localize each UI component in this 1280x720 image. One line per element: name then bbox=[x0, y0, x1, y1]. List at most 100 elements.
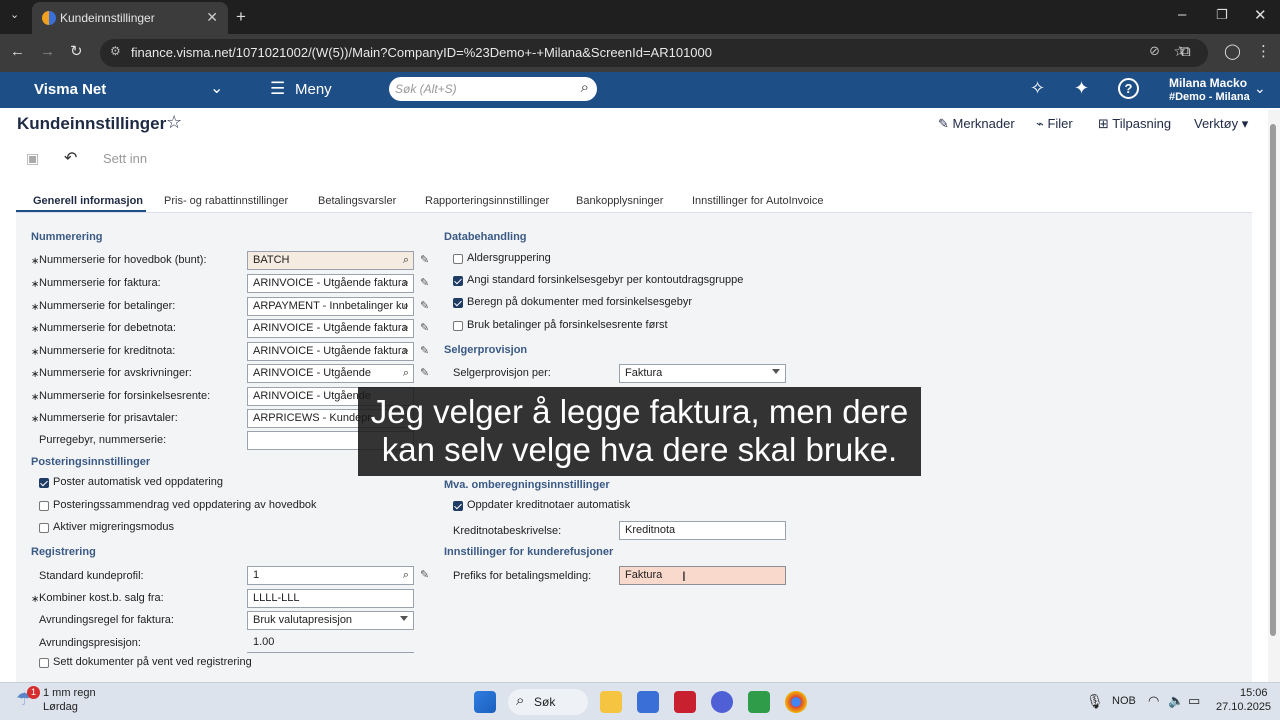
store-icon[interactable] bbox=[637, 691, 659, 713]
tools-menu[interactable]: Verktøy ▾ bbox=[1194, 116, 1248, 132]
save-icon[interactable]: ▣ bbox=[26, 150, 39, 167]
lookup-icon[interactable]: ⌕ bbox=[403, 345, 409, 358]
edit-pencil-icon[interactable]: ✎ bbox=[420, 344, 429, 357]
brand-label[interactable]: Visma Net bbox=[34, 81, 106, 98]
edit-pencil-icon[interactable]: ✎ bbox=[420, 253, 429, 266]
favorite-star-icon[interactable]: ☆ bbox=[166, 112, 182, 133]
edit-pencil-icon[interactable]: ✎ bbox=[420, 276, 429, 289]
extensions-icon[interactable]: ⧉ bbox=[1180, 43, 1191, 60]
app-icon[interactable] bbox=[711, 691, 733, 713]
window-close-icon[interactable]: ✕ bbox=[1254, 6, 1267, 24]
microphone-icon[interactable]: 🎙 bbox=[1086, 693, 1104, 710]
windows-start-icon[interactable] bbox=[474, 691, 496, 713]
profile-icon[interactable]: ◯ bbox=[1224, 42, 1241, 60]
sparkle-icon[interactable]: ✧ bbox=[1030, 78, 1045, 99]
notes-link[interactable]: ✎ Merknader bbox=[938, 116, 1015, 132]
tab-general[interactable]: Generell informasjon bbox=[33, 195, 143, 207]
edit-pencil-icon[interactable]: ✎ bbox=[420, 568, 429, 581]
tab-pricing[interactable]: Pris- og rabattinnstillinger bbox=[164, 195, 288, 207]
scrollbar-thumb[interactable] bbox=[1270, 124, 1276, 636]
search-icon[interactable]: ⌕ bbox=[581, 79, 589, 96]
migration-mode-checkbox[interactable] bbox=[39, 523, 49, 533]
writeoff-series-field[interactable]: ARINVOICE - Utgående ⌕ bbox=[247, 364, 414, 383]
undo-icon[interactable]: ↶ bbox=[64, 148, 77, 168]
numbering-label: Nummerserie for kreditnota: bbox=[39, 345, 176, 357]
browser-tab[interactable]: Kundeinnstillinger ✕ bbox=[32, 2, 228, 34]
batch-series-field[interactable]: BATCH ⌕ bbox=[247, 251, 414, 270]
tab-reporting[interactable]: Rapporteringsinnstillinger bbox=[425, 195, 549, 207]
weather-day: Lørdag bbox=[43, 701, 78, 713]
file-explorer-icon[interactable] bbox=[600, 691, 622, 713]
reload-icon[interactable]: ↻ bbox=[70, 42, 83, 60]
debit-note-series-field[interactable]: ARINVOICE - Utgående faktura ⌕ bbox=[247, 319, 414, 338]
tab-dunning[interactable]: Betalingsvarsler bbox=[318, 195, 396, 207]
eye-off-icon[interactable]: ⊘ bbox=[1149, 43, 1160, 59]
post-summary-checkbox[interactable] bbox=[39, 501, 49, 511]
lookup-icon[interactable]: ⌕ bbox=[403, 322, 409, 335]
brand-chevron-icon[interactable]: ⌄ bbox=[210, 78, 223, 98]
language-indicator[interactable]: NOB bbox=[1112, 695, 1136, 707]
weather-text[interactable]: 1 mm regn bbox=[43, 687, 96, 699]
default-late-fee-checkbox[interactable] bbox=[453, 276, 463, 286]
auto-update-credit-notes-checkbox[interactable] bbox=[453, 501, 463, 511]
rounding-precision-field[interactable]: 1.00 bbox=[247, 634, 414, 653]
tab-bank[interactable]: Bankopplysninger bbox=[576, 195, 663, 207]
tab-title: Kundeinnstillinger bbox=[60, 11, 155, 25]
auto-post-checkbox[interactable] bbox=[39, 478, 49, 488]
user-name[interactable]: Milana Macko bbox=[1169, 76, 1247, 90]
calc-late-fee-docs-checkbox[interactable] bbox=[453, 298, 463, 308]
payment-message-prefix-field[interactable]: Faktura bbox=[619, 566, 786, 585]
edit-pencil-icon[interactable]: ✎ bbox=[420, 366, 429, 379]
hamburger-icon[interactable]: ☰ bbox=[270, 79, 285, 99]
search-input[interactable]: Søk (Alt+S) ⌕ bbox=[389, 77, 597, 101]
ai-assistant-icon[interactable]: ✦ bbox=[1074, 78, 1089, 99]
url-field[interactable]: ⚙ finance.visma.net/1071021002/(W(5))/Ma… bbox=[100, 39, 1208, 67]
user-chevron-icon[interactable]: ⌄ bbox=[1254, 80, 1266, 97]
payments-late-interest-first-checkbox[interactable] bbox=[453, 321, 463, 331]
commission-select[interactable]: Faktura bbox=[619, 364, 786, 383]
customize-link[interactable]: ⊞ Tilpasning bbox=[1098, 116, 1171, 132]
lookup-icon[interactable]: ⌕ bbox=[403, 254, 409, 267]
close-tab-icon[interactable]: ✕ bbox=[206, 9, 218, 26]
edit-pencil-icon[interactable]: ✎ bbox=[420, 299, 429, 312]
help-icon[interactable]: ? bbox=[1118, 78, 1139, 99]
edit-pencil-icon[interactable]: ✎ bbox=[420, 321, 429, 334]
page-scrollbar[interactable] bbox=[1268, 110, 1280, 682]
forward-icon[interactable]: → bbox=[40, 43, 55, 60]
chrome-icon[interactable] bbox=[785, 691, 807, 713]
clock-date[interactable]: 27.10.2025 bbox=[1216, 701, 1271, 713]
combine-field[interactable]: LLLL-LLL bbox=[247, 589, 414, 608]
tab-autoinvoice[interactable]: Innstillinger for AutoInvoice bbox=[692, 195, 823, 207]
tab-list-icon[interactable]: ⌄ bbox=[10, 8, 19, 21]
mcafee-icon[interactable] bbox=[674, 691, 696, 713]
customer-profile-field[interactable]: 1 ⌕ bbox=[247, 566, 414, 585]
menu-button[interactable]: Meny bbox=[295, 81, 332, 98]
browser-menu-icon[interactable]: ⋮ bbox=[1256, 42, 1271, 60]
payment-series-field[interactable]: ARPAYMENT - Innbetalinger ku ⌕ bbox=[247, 297, 414, 316]
battery-icon[interactable]: ▭ bbox=[1188, 693, 1200, 709]
restore-icon[interactable]: ❐ bbox=[1216, 7, 1228, 23]
lookup-icon[interactable]: ⌕ bbox=[403, 277, 409, 290]
taskbar-search[interactable]: ⌕ Søk bbox=[508, 689, 588, 715]
credit-desc-field[interactable]: Kreditnota bbox=[619, 521, 786, 540]
credit-note-series-field[interactable]: ARINVOICE - Utgående faktura ⌕ bbox=[247, 342, 414, 361]
clock-time[interactable]: 15:06 bbox=[1240, 687, 1268, 699]
clipchamp-icon[interactable] bbox=[748, 691, 770, 713]
lookup-icon[interactable]: ⌕ bbox=[403, 367, 409, 380]
insert-button[interactable]: Sett inn bbox=[103, 151, 147, 166]
checkbox-label: Aldersgruppering bbox=[467, 252, 551, 264]
site-info-icon[interactable]: ⚙ bbox=[110, 44, 121, 58]
wifi-icon[interactable]: ◠ bbox=[1148, 693, 1159, 709]
rounding-rule-select[interactable]: Bruk valutapresisjon bbox=[247, 611, 414, 630]
minimize-icon[interactable]: – bbox=[1178, 6, 1186, 23]
new-tab-icon[interactable]: + bbox=[236, 7, 246, 27]
numbering-label: Nummerserie for faktura: bbox=[39, 277, 161, 289]
aging-checkbox[interactable] bbox=[453, 254, 463, 264]
lookup-icon[interactable]: ⌕ bbox=[403, 569, 409, 582]
volume-icon[interactable]: 🔈 bbox=[1168, 693, 1184, 709]
back-icon[interactable]: ← bbox=[10, 43, 25, 60]
lookup-icon[interactable]: ⌕ bbox=[403, 300, 409, 313]
files-link[interactable]: ⌁ Filer bbox=[1036, 116, 1073, 132]
hold-on-entry-checkbox[interactable] bbox=[39, 658, 49, 668]
invoice-series-field[interactable]: ARINVOICE - Utgående faktura ⌕ bbox=[247, 274, 414, 293]
